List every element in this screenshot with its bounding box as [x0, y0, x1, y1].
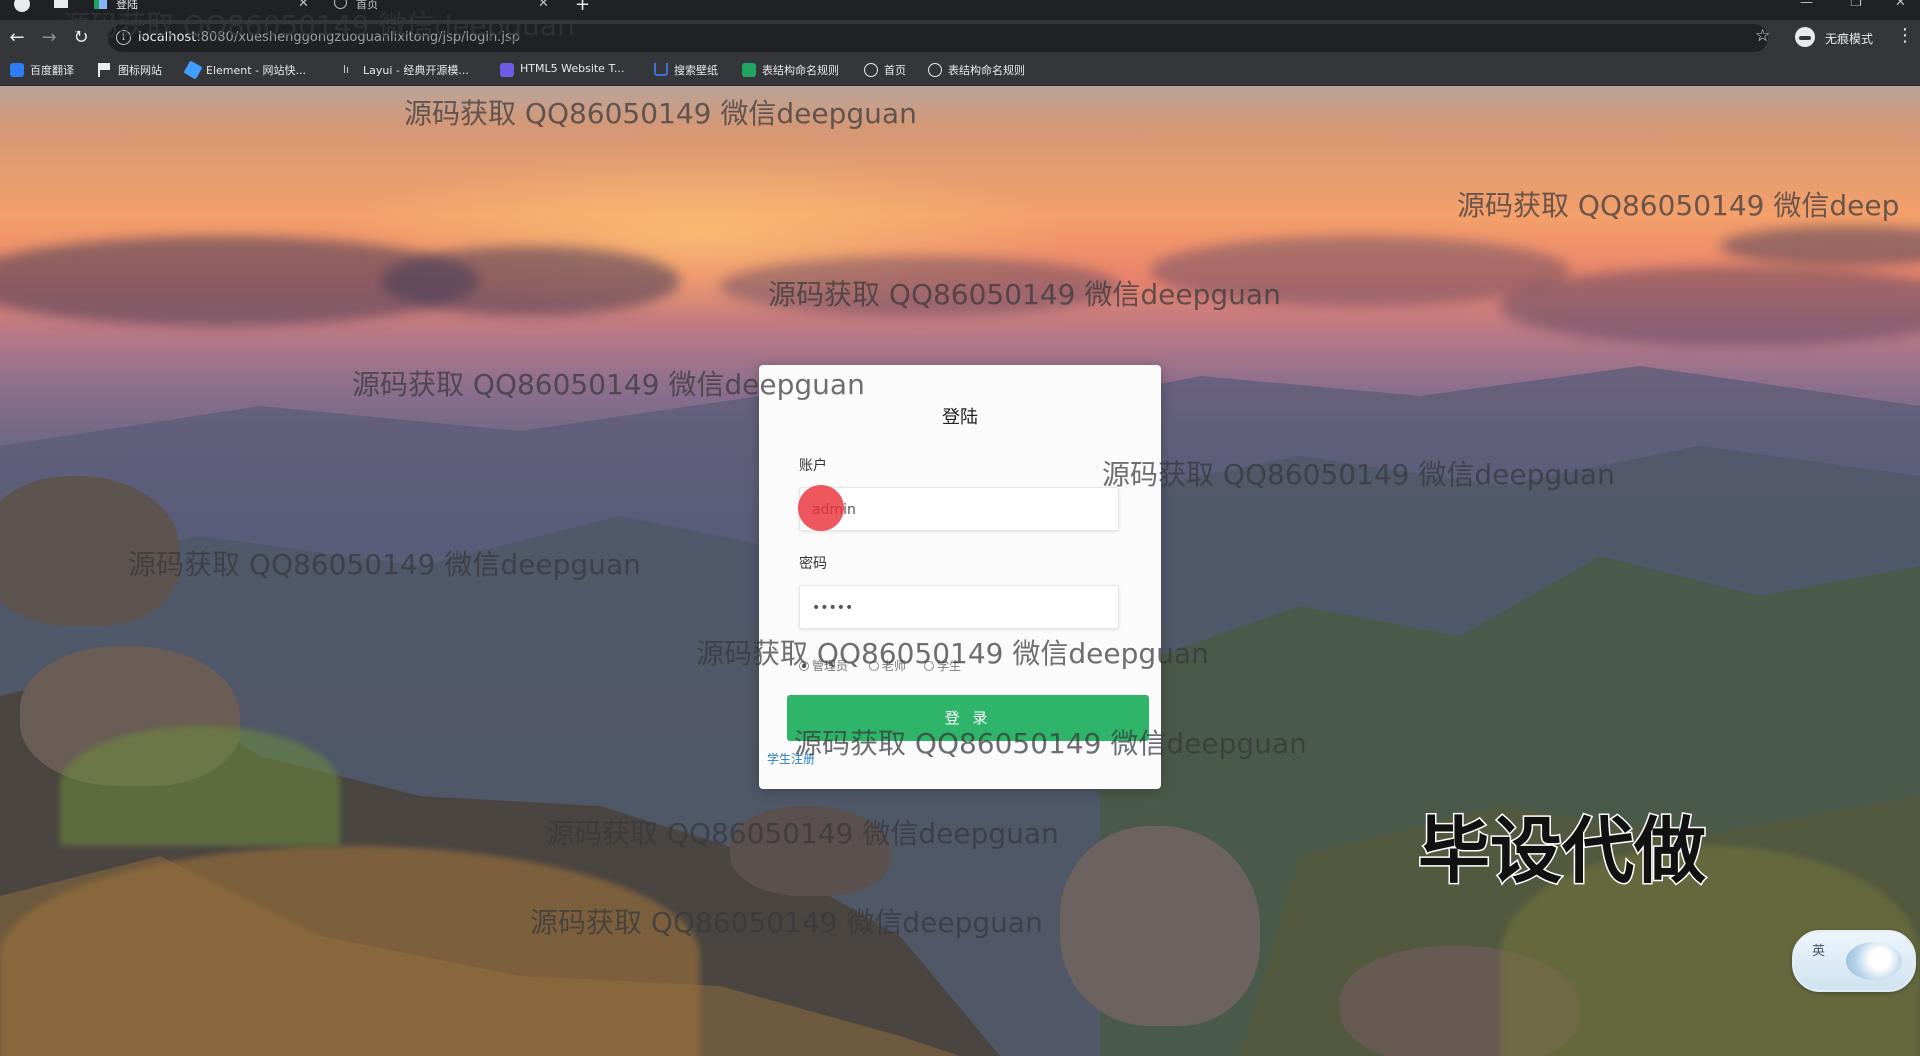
bookmark-label: 首页 — [884, 64, 906, 77]
cloud — [1720, 226, 1920, 266]
bookmark-label: Layui - 经典开源模... — [363, 64, 469, 77]
cursor-highlight — [798, 485, 844, 531]
bookmark-label: 表结构命名规则 — [948, 64, 1025, 77]
flag-icon — [98, 63, 110, 77]
sheet-icon — [742, 63, 756, 77]
account-label: 账户 — [799, 458, 827, 474]
bookmark-label: 图标网站 — [118, 64, 162, 77]
cloud — [1500, 266, 1920, 346]
watermark: 源码获取 QQ86050149 微信deepguan — [404, 97, 917, 130]
close-window-icon[interactable]: ✕ — [1895, 0, 1906, 10]
account-input[interactable] — [810, 488, 1114, 532]
watermark: 源码获取 QQ86050149 微信deepguan — [794, 727, 1307, 760]
ime-mascot-icon — [1846, 942, 1902, 980]
incognito-label: 无痕模式 — [1825, 32, 1874, 46]
element-icon — [183, 60, 203, 80]
account-field[interactable] — [799, 487, 1119, 532]
bookmark-star-icon[interactable]: ☆ — [1755, 26, 1770, 46]
incognito-indicator[interactable]: 无痕模式 — [1795, 27, 1905, 49]
forward-icon[interactable]: → — [38, 27, 60, 49]
menu-icon[interactable]: ⋮ — [1896, 25, 1914, 46]
bookmark-label: 搜索壁纸 — [674, 64, 718, 77]
chrome-icon — [14, 0, 30, 12]
grass — [0, 846, 700, 1056]
login-page-background: 登陆 账户 密码 管理员 老师 学生 登 录 学生注册 源码获取 QQ86050… — [0, 86, 1920, 1056]
watermark: 源码获取 QQ86050149 微信deepguan — [696, 637, 1209, 670]
bookmark-label: 表结构命名规则 — [762, 64, 839, 77]
watermark: 源码获取 QQ86050149 微信deepguan — [546, 817, 1059, 850]
bookmarks-bar: 百度翻译 图标网站 Element - 网站快... lı Layui - 经典… — [0, 56, 1920, 86]
ime-floating-widget[interactable]: 英 — [1792, 930, 1916, 992]
watermark: 源码获取 QQ86050149 微信deepguan — [62, 9, 575, 42]
watermark: 源码获取 QQ86050149 微信deepguan — [530, 906, 1043, 939]
promo-overlay-text: 毕设代做 — [1416, 808, 1707, 895]
bookmark-label: Element - 网站快... — [206, 64, 306, 77]
login-title: 登陆 — [942, 407, 978, 428]
watermark: 源码获取 QQ86050149 微信deepguan — [1102, 458, 1615, 491]
watermark: 源码获取 QQ86050149 微信deepguan — [768, 278, 1281, 311]
bookmark-label: HTML5 Website T... — [520, 62, 625, 75]
watermark: 源码获取 QQ86050149 微信deepguan — [352, 368, 865, 401]
password-field[interactable] — [799, 585, 1119, 630]
back-icon[interactable]: ← — [6, 27, 28, 49]
maximize-icon[interactable]: ❐ — [1850, 0, 1862, 10]
grass — [60, 726, 340, 846]
wallpaper-icon — [654, 63, 668, 76]
ime-language-label: 英 — [1812, 944, 1826, 959]
cloud — [380, 246, 680, 316]
layui-icon: lı — [343, 63, 350, 76]
globe-icon — [864, 63, 878, 77]
minimize-icon[interactable]: — — [1800, 0, 1813, 10]
watermark: 源码获取 QQ86050149 微信deepguan — [128, 548, 641, 581]
new-tab-icon[interactable]: + — [575, 0, 590, 15]
incognito-icon — [1795, 27, 1815, 47]
bookmark-label: 百度翻译 — [30, 64, 74, 77]
password-label: 密码 — [799, 556, 827, 572]
translate-icon — [10, 63, 24, 77]
rock — [1060, 826, 1260, 1026]
html5-icon — [500, 63, 514, 77]
globe-icon — [928, 63, 942, 77]
password-input[interactable] — [810, 586, 1114, 630]
watermark: 源码获取 QQ86050149 微信deep — [1457, 189, 1900, 222]
